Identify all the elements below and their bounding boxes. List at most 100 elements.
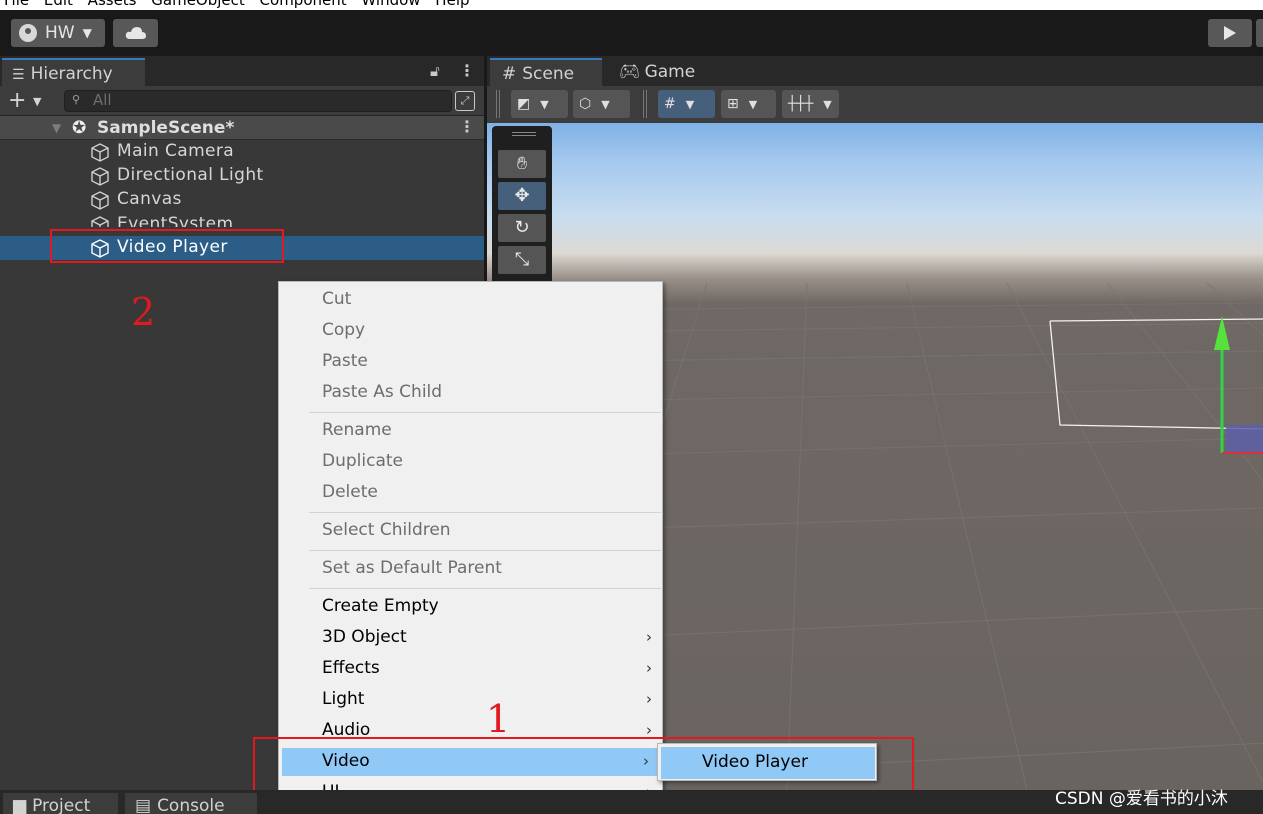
menu-item-label: Light [322,689,365,709]
menu-bar: File Edit Assets GameObject Component Wi… [0,0,1263,10]
grid-toggle-button[interactable]: # ▼ [658,90,715,118]
hierarchy-item-label: EventSystem [117,214,234,227]
account-label: HW [45,23,75,43]
menu-item-select-children[interactable]: Select Children [279,517,662,545]
pause-button[interactable] [1256,19,1263,47]
rotate-icon: ↻ [514,217,530,238]
menu-item-paste-as-child[interactable]: Paste As Child [279,379,662,407]
menu-bar-items[interactable]: File Edit Assets GameObject Component Wi… [4,0,470,9]
hierarchy-item[interactable]: Main Camera [0,140,484,164]
scene-name: SampleScene* [97,118,235,138]
hierarchy-tab-bar: ☰ Hierarchy 🔓︎ ⋮ [0,56,484,86]
move-icon: ✥ [514,185,530,206]
unity-scene-icon: ✪ [72,118,87,138]
tab-console[interactable]: ▤ Console [125,793,257,814]
gameobject-cube-icon [91,143,109,162]
menu-item-rename[interactable]: Rename [279,417,662,445]
hierarchy-toolbar: + ▼ ⚲ All ⤢ [0,86,484,116]
cloud-icon [125,27,146,39]
chevron-down-icon: ▼ [685,97,695,111]
tab-scene-label: Scene [522,64,575,84]
search-mode-icon[interactable]: ⤢ [455,91,475,111]
lock-icon[interactable]: 🔓︎ [430,62,440,80]
account-icon [19,24,37,42]
play-button[interactable] [1208,19,1252,47]
toolbar-grip[interactable] [643,90,647,118]
account-button[interactable]: HW ▼ [11,19,105,47]
search-input[interactable]: ⚲ All [64,90,452,112]
ruler-icon: ┼┼┼ [788,96,814,112]
snap-button[interactable]: ⊞ ▼ [721,90,776,118]
tab-scene[interactable]: # Scene [490,58,602,86]
list-icon: ☰ [12,67,25,83]
add-button[interactable]: + [8,88,26,113]
chevron-down-icon: ▼ [601,97,610,111]
gamepad-icon: 🎮︎ [619,62,641,82]
menu-item-set-default-parent[interactable]: Set as Default Parent [279,555,662,583]
folder-icon: ▆ [13,796,27,814]
watermark-text: CSDN @爱看书的小沐 [1055,789,1228,809]
annotation-box-2 [50,229,284,263]
annotation-number-1: 1 [486,697,511,741]
expand-triangle-icon[interactable]: ▼ [52,121,61,135]
menu-item-label: 3D Object [322,627,407,647]
increment-snap-button[interactable]: ┼┼┼ ▼ [782,90,839,118]
tab-game-label: Game [644,62,696,82]
hash-icon: # [502,64,517,84]
scene-toolbar: ◩ ▼ ⬡ ▼ # ▼ ⊞ ▼ ┼┼┼ ▼ [487,86,1263,123]
menu-item-label: Cut [322,289,352,309]
move-tool-button[interactable]: ✥ [498,182,546,210]
hierarchy-item[interactable]: EventSystem [0,213,484,227]
hierarchy-item[interactable]: Canvas [0,188,484,212]
menu-item-delete[interactable]: Delete [279,479,662,507]
menu-item-3d-object[interactable]: 3D Object › [279,624,662,652]
menu-item-label: Effects [322,658,380,678]
menu-separator [309,412,661,413]
menu-item-light[interactable]: Light › [279,686,662,714]
chevron-down-icon: ▼ [82,26,92,40]
menu-item-label: Rename [322,420,392,440]
cloud-button[interactable] [113,19,158,47]
menu-item-create-empty[interactable]: Create Empty [279,593,662,621]
hand-tool-button[interactable]: ✋︎ [498,150,546,178]
menu-item-duplicate[interactable]: Duplicate [279,448,662,476]
chevron-down-icon[interactable]: ▼ [33,95,41,108]
draw-mode-button[interactable]: ◩ ▼ [511,90,568,118]
palette-grip[interactable] [512,132,536,136]
tool-palette: ✋︎ ✥ ↻ ⤡ [492,126,552,286]
search-placeholder: All [93,91,112,109]
menu-separator [309,550,661,551]
menu-item-copy[interactable]: Copy [279,317,662,345]
hand-icon: ✋︎ [516,153,528,174]
menu-item-label: Set as Default Parent [322,558,502,578]
menu-item-label: Paste As Child [322,382,443,402]
chevron-right-icon: › [646,690,652,708]
tab-project[interactable]: ▆ Project [3,793,118,814]
gameobject-cube-icon [91,191,109,210]
gameobject-cube-icon [91,216,109,227]
hierarchy-item[interactable]: Directional Light [0,164,484,188]
annotation-box-1 [253,737,914,794]
main-toolbar: HW ▼ [0,10,1263,56]
chevron-right-icon: › [646,659,652,677]
menu-item-label: Paste [322,351,368,371]
menu-item-paste[interactable]: Paste [279,348,662,376]
more-options-icon[interactable]: ⋮ [459,61,475,80]
tab-console-label: Console [157,796,225,814]
menu-item-cut[interactable]: Cut [279,286,662,314]
scene-header-row[interactable]: ▼ ✪ SampleScene* ⋮ [0,116,484,140]
toolbar-grip[interactable] [496,90,500,118]
tab-hierarchy[interactable]: ☰ Hierarchy [2,58,145,86]
chevron-right-icon: › [646,628,652,646]
grid-icon: # [664,96,676,112]
rotate-tool-button[interactable]: ↻ [498,214,546,242]
search-icon: ⚲ [72,93,81,106]
tab-game[interactable]: 🎮︎ Game [615,58,715,86]
more-options-icon[interactable]: ⋮ [459,117,475,136]
menu-item-label: Duplicate [322,451,403,471]
hierarchy-item-label: Directional Light [117,165,264,185]
render-mode-button[interactable]: ⬡ ▼ [573,90,630,118]
gameobject-cube-icon [91,167,109,186]
scale-tool-button[interactable]: ⤡ [498,246,546,274]
menu-item-effects[interactable]: Effects › [279,655,662,683]
